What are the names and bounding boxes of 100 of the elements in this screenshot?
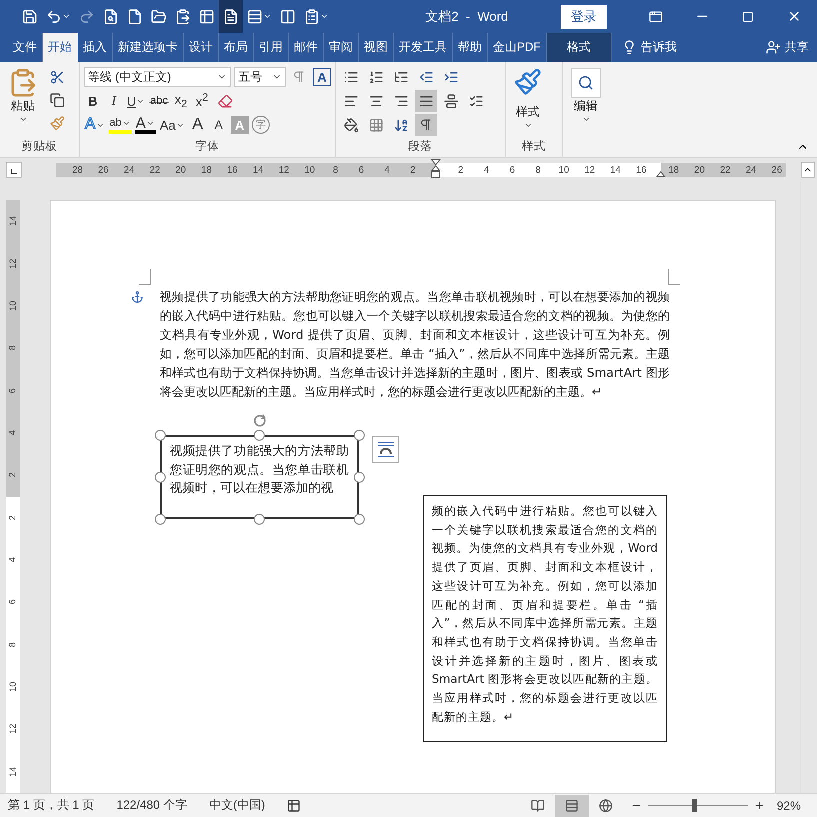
text-box[interactable]: 视频提供了功能强大的方法帮助您证明您的观点。当您单击联机视频时，可以在想要添加的视 xyxy=(160,435,359,519)
search-icon xyxy=(578,75,594,91)
rows-icon xyxy=(247,8,263,24)
font-button[interactable]: U xyxy=(126,90,146,112)
font-button[interactable]: A xyxy=(210,114,228,136)
editing-button[interactable]: 编辑 xyxy=(567,66,605,157)
ruler-number: 6 xyxy=(8,388,18,394)
ruler-number: 14 xyxy=(252,164,265,176)
ruler-number: 14 xyxy=(8,216,18,226)
ruler-number: 22 xyxy=(148,164,162,176)
caret-icon xyxy=(582,115,590,124)
ruler-number: 18 xyxy=(200,164,214,176)
resize-handle[interactable] xyxy=(254,430,265,440)
resize-handle[interactable] xyxy=(154,430,166,440)
ruler-number: 2 xyxy=(409,164,417,176)
font-button[interactable]: I xyxy=(105,90,123,112)
resize-handle[interactable] xyxy=(154,472,166,482)
page-count: 第 1 页，共 1 页 xyxy=(8,797,95,814)
ribbon-tab[interactable]: 格式 xyxy=(547,33,612,62)
ruler-number: 22 xyxy=(719,164,732,176)
ruler-number: 10 xyxy=(8,682,18,692)
caret-icon xyxy=(263,12,272,21)
ruler-number: 6 xyxy=(8,600,18,605)
clipboard-icon xyxy=(175,8,191,24)
window-title: 文档2 - Word xyxy=(424,8,510,26)
group-label: 样式 xyxy=(521,140,547,155)
zoom-percent[interactable]: 92% xyxy=(776,798,801,812)
redo-icon xyxy=(79,8,95,24)
font-button[interactable]: x$^{2}$ xyxy=(193,90,212,112)
word-count: 122/480 个字 xyxy=(116,797,188,814)
globe-icon xyxy=(598,798,613,812)
rotate-handle[interactable] xyxy=(253,414,267,428)
language: 中文(中国) xyxy=(209,797,266,814)
group-label: 字体 xyxy=(194,139,220,155)
character-border-button[interactable]: A xyxy=(313,68,332,86)
ruler-number: 2 xyxy=(8,472,18,478)
ruler-number: 8 xyxy=(332,164,340,176)
print-preview-icon xyxy=(103,8,119,24)
text-box[interactable] xyxy=(423,495,667,742)
font-button[interactable]: B xyxy=(84,90,102,112)
font-button[interactable]: A xyxy=(134,116,156,134)
group-label: 段落 xyxy=(408,140,434,155)
font-size-field[interactable]: 五号 xyxy=(234,67,286,87)
ruler-number: 2 xyxy=(457,164,465,176)
text-box-text: 视频提供了功能强大的方法帮助您证明您的观点。当您单击联机视频时，可以在想要添加的视 xyxy=(170,442,349,497)
ruler-number: 12 xyxy=(584,164,596,176)
login-button[interactable]: 登录 xyxy=(561,4,607,28)
align-icon[interactable] xyxy=(415,90,437,112)
tab-selector[interactable] xyxy=(6,162,22,178)
ruler-number: 8 xyxy=(8,642,18,648)
font-button[interactable]: ab xyxy=(108,116,132,134)
zoom-thumb[interactable] xyxy=(692,799,697,812)
ruler-number: 12 xyxy=(278,164,290,176)
caret-icon xyxy=(320,12,329,21)
font-button[interactable]: Aa xyxy=(158,114,186,136)
styles-button[interactable]: 样式 xyxy=(510,66,546,139)
ruler-number: 10 xyxy=(8,300,18,311)
zoom-in-icon[interactable] xyxy=(754,800,765,811)
caret-icon xyxy=(62,12,71,21)
resize-handle[interactable] xyxy=(354,430,364,440)
ruler-number: 14 xyxy=(8,766,18,777)
page-icon xyxy=(564,798,579,812)
ruler-number: 6 xyxy=(508,164,516,176)
ruler-number: 16 xyxy=(226,164,239,176)
show-marks-icon[interactable] xyxy=(415,114,437,136)
ruler-number: 14 xyxy=(609,164,622,176)
book-icon xyxy=(530,798,545,812)
ruler-number: 24 xyxy=(745,164,758,176)
ruler-number: 10 xyxy=(304,164,316,176)
ruler-number: 20 xyxy=(174,164,188,176)
share-button[interactable]: 共享 xyxy=(766,33,809,62)
font-name-field[interactable]: 等线 (中文正文) xyxy=(84,67,232,87)
ruler-number: 4 xyxy=(8,430,18,436)
text-box-text: 频的嵌入代码中进行粘贴。您也可以键入一个关键字以联机搜索最适合您的文档的视频。为使您的文档具有专业外观，Word 提供了页眉、页脚、封面和文本框设计，这些设计可互为补充。例如，您可以添加匹配的封面、页眉和提要栏。单击 “插入”，然后从不同库中选择所需元素。主题和样式也有助于文档保持协调。当您单击设计并选择新的主题时，图片、图表或 SmartArt 图形将会更改以匹配新的主题。当应用样式时，您的标题会进行更改以匹配新的主题。↵ xyxy=(432,503,658,726)
clipboard-list-icon xyxy=(304,8,320,24)
ruler-number: 4 xyxy=(384,164,391,176)
table-icon xyxy=(199,8,215,24)
ruler-number: 24 xyxy=(123,164,136,176)
ruler-number: 18 xyxy=(668,164,680,176)
undo-icon xyxy=(46,8,62,24)
caret-icon xyxy=(18,115,28,124)
layout-options-icon[interactable] xyxy=(372,436,399,463)
macro-icon[interactable] xyxy=(287,798,302,812)
ruler-number: 26 xyxy=(97,164,110,176)
font-button[interactable]: x$_{2}$ xyxy=(172,90,190,112)
ruler-number: 8 xyxy=(8,346,18,351)
view-button[interactable] xyxy=(554,794,589,816)
lightbulb-icon xyxy=(622,40,637,55)
tell-me-button[interactable]: 告诉我 xyxy=(622,33,677,62)
paste-button[interactable]: 粘贴 xyxy=(4,66,42,139)
resize-handle[interactable] xyxy=(154,514,166,524)
ruler-number: 6 xyxy=(358,164,366,176)
ruler-number: 20 xyxy=(693,164,706,176)
toolbar-icon[interactable] xyxy=(219,0,243,33)
font-button[interactable]: A xyxy=(188,114,207,136)
ribbon-tab[interactable]: 开始 xyxy=(43,33,78,62)
open-folder-icon xyxy=(151,8,167,24)
save-icon xyxy=(22,8,38,24)
group-label: 剪贴板 xyxy=(20,139,58,155)
scroll-up-icon[interactable] xyxy=(801,162,815,178)
